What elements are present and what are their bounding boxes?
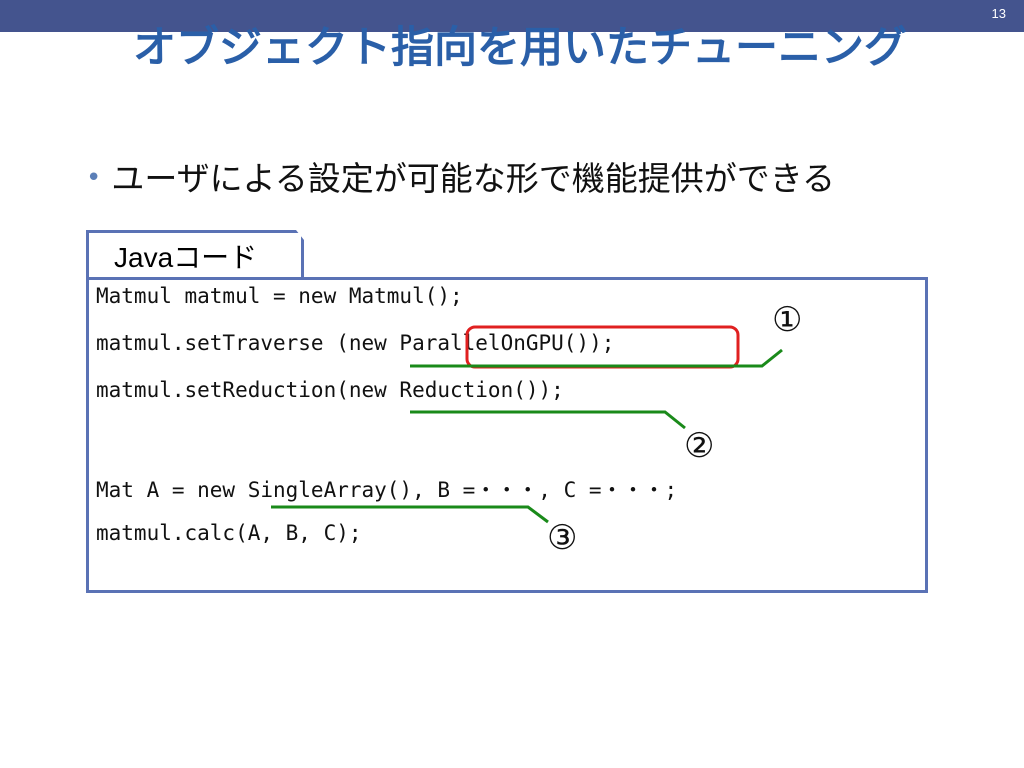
highlight-box	[465, 325, 740, 369]
marker-2: ②	[684, 426, 715, 466]
marker-3: ③	[547, 518, 578, 558]
annotation-overlay	[271, 325, 783, 524]
underline-2	[410, 410, 686, 430]
underline-3	[271, 505, 549, 524]
marker-1: ①	[772, 300, 803, 340]
